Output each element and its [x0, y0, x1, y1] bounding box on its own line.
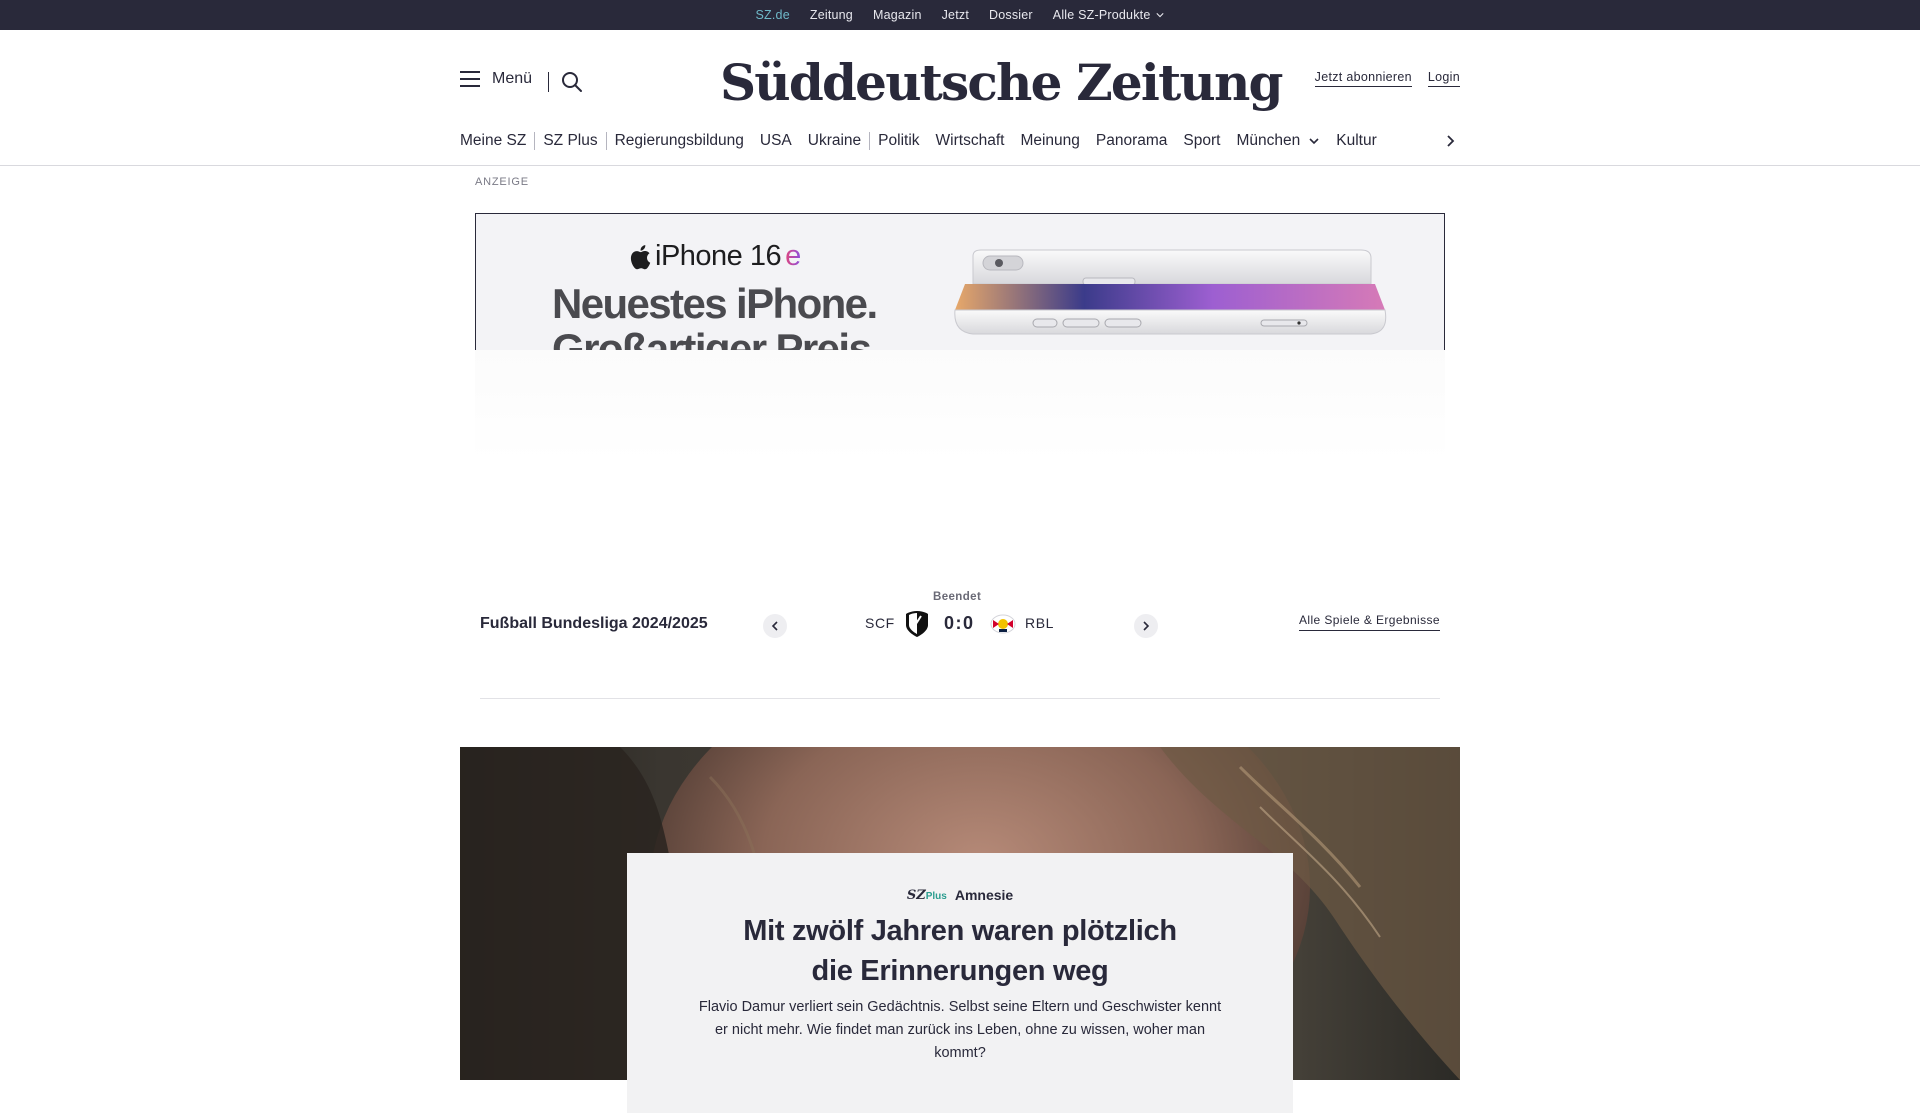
teaser-kicker: SZPlus Amnesie	[627, 887, 1293, 903]
hamburger-icon	[460, 71, 480, 87]
sc-freiburg-crest-icon	[906, 611, 928, 637]
chevron-down-icon	[1309, 138, 1319, 145]
ad-banner[interactable]: iPhone 16 e Neuestes iPhone. Großartiger …	[475, 213, 1445, 350]
product-link-all-products[interactable]: Alle SZ-Produkte	[1043, 8, 1175, 22]
search-icon[interactable]	[560, 70, 584, 94]
nav-item-panorama[interactable]: Panorama	[1088, 132, 1176, 150]
teaser-topic: Amnesie	[954, 887, 1014, 903]
nav-item-usa[interactable]: USA	[752, 132, 800, 150]
ad-placeholder-area	[475, 350, 1445, 462]
product-link-jetzt[interactable]: Jetzt	[932, 8, 979, 22]
site-logo[interactable]: Süddeutsche Zeitung	[720, 48, 1283, 118]
nav-item-sz-plus[interactable]: SZ Plus	[535, 132, 605, 150]
sz-plus-badge: SZPlus	[907, 888, 947, 903]
article-teaser[interactable]: SZPlus Amnesie Mit zwölf Jahren waren pl…	[627, 853, 1293, 1113]
ad-brand-suffix: e	[785, 240, 801, 272]
account-links: Jetzt abonnieren Login	[1314, 70, 1460, 87]
ad-headline-2: Großartiger Preis.	[552, 325, 882, 350]
iphone-image	[954, 249, 1387, 335]
apple-logo-icon	[630, 244, 651, 269]
nav-item-regierungsbildung[interactable]: Regierungsbildung	[607, 132, 752, 150]
ticker-next-button[interactable]	[1134, 614, 1158, 638]
teaser-headline[interactable]: Mit zwölf Jahren waren plötzlich die Eri…	[667, 911, 1253, 991]
product-link-dossier[interactable]: Dossier	[979, 8, 1043, 22]
nav-item-wirtschaft[interactable]: Wirtschaft	[928, 132, 1013, 150]
ad-brand: iPhone 16 e	[629, 240, 801, 273]
ad-brand-name: iPhone 16	[655, 240, 782, 272]
chevron-left-icon	[771, 621, 778, 631]
teaser-headline-line-1: Mit zwölf Jahren waren plötzlich	[743, 915, 1177, 947]
nav-item-politik[interactable]: Politik	[870, 132, 927, 150]
product-link-sz-de[interactable]: SZ.de	[746, 8, 800, 22]
login-link[interactable]: Login	[1427, 70, 1460, 87]
menu-button[interactable]: Menü	[460, 70, 532, 88]
nav-item-muenchen[interactable]: München	[1228, 132, 1328, 150]
match-score: 0:0	[944, 613, 975, 633]
nav-item-meine-sz[interactable]: Meine SZ	[460, 132, 534, 150]
teaser-headline-line-2: die Erinnerungen weg	[811, 955, 1109, 987]
all-games-link[interactable]: Alle Spiele & Ergebnisse	[1298, 613, 1440, 631]
site-header: Menü Süddeutsche Zeitung Jetzt abonniere…	[0, 30, 1920, 166]
bundesliga-ticker: Fußball Bundesliga 2024/2025 Beendet SCF…	[480, 588, 1440, 668]
teaser-summary: Flavio Damur verliert sein Gedächtnis. S…	[698, 999, 1222, 1061]
away-team: RBL	[1025, 615, 1055, 631]
match-status: Beendet	[933, 591, 982, 603]
menu-label: Menü	[492, 70, 533, 87]
nav-item-ukraine[interactable]: Ukraine	[800, 132, 869, 150]
ad-headline-1: Neuestes iPhone.	[552, 280, 878, 327]
chevron-right-icon[interactable]	[1440, 131, 1460, 151]
league-title: Fußball Bundesliga 2024/2025	[480, 615, 708, 632]
sz-plus-suffix: Plus	[925, 890, 947, 902]
nav-item-meinung[interactable]: Meinung	[1012, 132, 1087, 150]
section-divider	[480, 698, 1440, 699]
chevron-right-icon	[1143, 621, 1150, 631]
ticker-prev-button[interactable]	[763, 614, 787, 638]
nav-item-sport[interactable]: Sport	[1175, 132, 1228, 150]
chevron-down-icon	[1156, 13, 1165, 18]
nav-item-muenchen-label: München	[1236, 132, 1301, 149]
product-link-magazin[interactable]: Magazin	[863, 8, 932, 22]
header-divider	[548, 72, 549, 92]
ad-label: ANZEIGE	[475, 176, 529, 188]
nav-item-kultur[interactable]: Kultur	[1328, 132, 1385, 150]
main-navigation: Meine SZ SZ Plus Regierungsbildung USA U…	[460, 126, 1460, 156]
sz-plus-brand: SZ	[906, 887, 926, 903]
product-bar: SZ.de Zeitung Magazin Jetzt Dossier Alle…	[0, 0, 1920, 30]
rb-leipzig-crest-icon	[990, 614, 1016, 634]
home-team: SCF	[865, 615, 895, 631]
product-link-zeitung[interactable]: Zeitung	[800, 8, 863, 22]
all-products-label: Alle SZ-Produkte	[1052, 8, 1151, 22]
subscribe-link[interactable]: Jetzt abonnieren	[1314, 70, 1412, 87]
